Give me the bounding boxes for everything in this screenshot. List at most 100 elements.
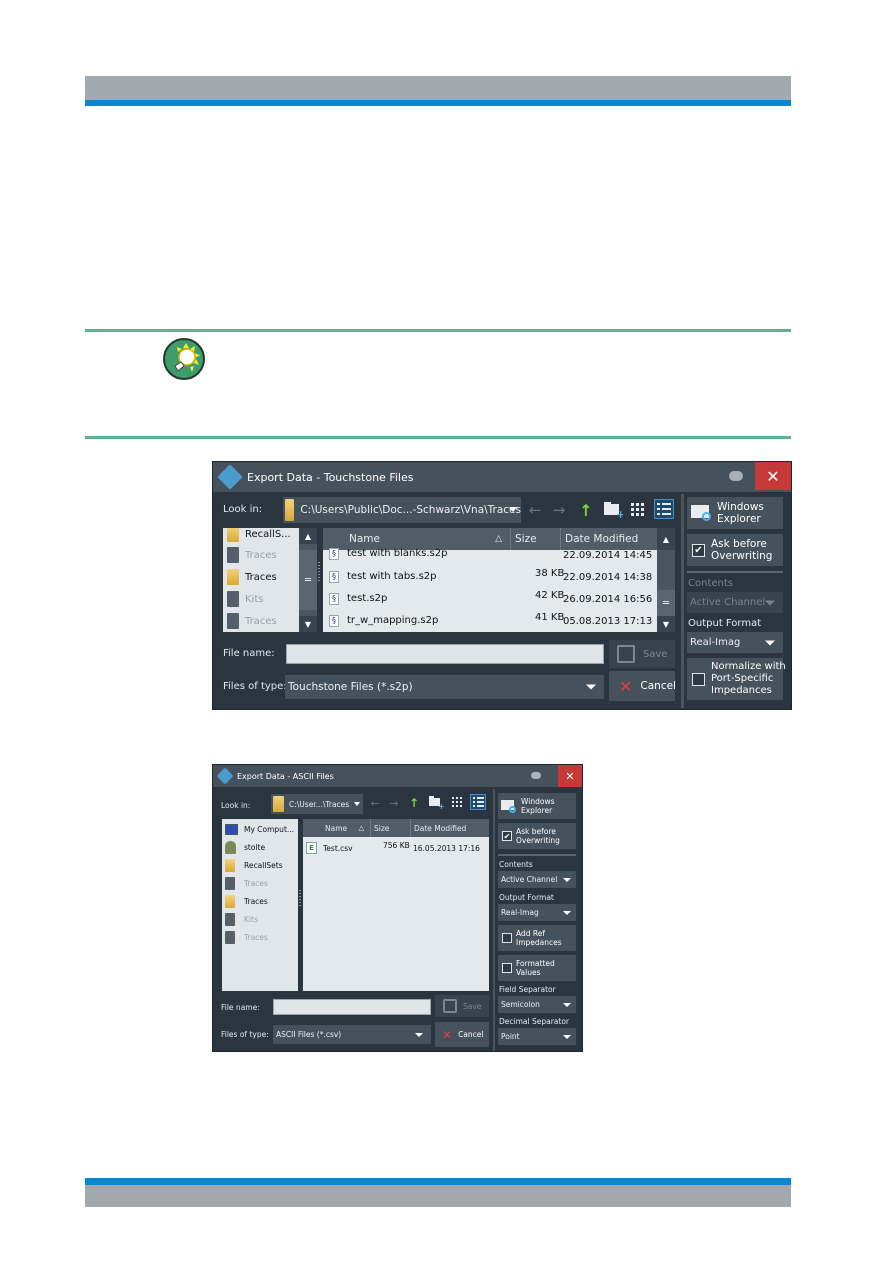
file-row[interactable]: § test with tabs.s2p 38 KB 22.09.2014 14… [323, 568, 657, 588]
file-row[interactable]: § tr_w_mapping.s2p 41 KB 05.08.2013 17:1… [323, 612, 657, 632]
checkbox-unchecked-icon [692, 672, 705, 686]
toggle-icon[interactable] [531, 772, 541, 779]
contents-select[interactable]: Active Channel [498, 871, 576, 888]
windows-explorer-button[interactable]: Windows Explorer [498, 793, 576, 819]
detail-view-icon[interactable] [470, 794, 486, 810]
output-format-select[interactable]: Real-Imag [498, 904, 576, 921]
formatted-values-checkbox[interactable]: Formatted Values [498, 955, 576, 981]
file-row[interactable]: E Test.csv 756 KB 16.05.2013 17:16 [303, 839, 489, 857]
scroll-up-icon[interactable]: ▲ [657, 528, 675, 550]
place-item[interactable]: Traces [225, 875, 268, 891]
scroll-up-icon[interactable]: ▲ [299, 528, 317, 544]
output-format-label: Output Format [688, 618, 762, 629]
back-arrow-icon[interactable]: ← [527, 501, 543, 519]
folder-icon [273, 796, 284, 812]
scroll-down-icon[interactable]: ▼ [657, 616, 675, 632]
place-item[interactable]: Traces [227, 611, 277, 631]
chevron-down-icon [563, 1002, 571, 1007]
ask-before-overwriting-checkbox[interactable]: ✔ Ask before Overwriting [687, 534, 783, 566]
add-ref-impedances-checkbox[interactable]: Add Ref Impedances [498, 925, 576, 951]
file-name-input[interactable] [273, 999, 431, 1015]
scroll-thumb[interactable]: ═ [657, 590, 675, 616]
s2p-file-icon: § [329, 615, 339, 627]
column-name[interactable]: Name △ [303, 819, 371, 837]
page-header-accent [85, 100, 791, 106]
up-folder-icon[interactable]: ↑ [579, 501, 593, 520]
splitter-handle[interactable] [318, 562, 320, 582]
forward-arrow-icon[interactable]: → [388, 797, 400, 810]
close-button[interactable]: ✕ [755, 462, 791, 490]
panel-divider [493, 789, 495, 1051]
place-item[interactable]: Traces [227, 567, 277, 587]
chevron-down-icon [563, 1034, 571, 1039]
contents-select[interactable]: Active Channel [687, 592, 783, 613]
place-item[interactable]: Traces [225, 929, 268, 945]
files-of-type-label: Files of type: [223, 681, 287, 692]
places-scrollbar[interactable]: ▲ ═ ▼ [299, 528, 317, 632]
back-arrow-icon[interactable]: ← [369, 797, 381, 810]
windows-explorer-button[interactable]: Windows Explorer [687, 497, 783, 529]
export-touchstone-dialog: Export Data - Touchstone Files ✕ Look in… [212, 461, 792, 710]
list-view-icon[interactable] [452, 797, 463, 808]
decimal-separator-label: Decimal Separator [499, 1017, 569, 1026]
ask-before-overwriting-checkbox[interactable]: ✔ Ask before Overwriting [498, 823, 576, 849]
checkbox-unchecked-icon [502, 963, 512, 973]
files-of-type-select[interactable]: Touchstone Files (*.s2p) [285, 675, 604, 699]
panel-divider [681, 494, 684, 708]
place-item[interactable]: Traces [225, 893, 268, 909]
forward-arrow-icon[interactable]: → [551, 501, 567, 519]
place-item[interactable]: RecallSets [225, 857, 283, 873]
chevron-down-icon [509, 507, 517, 512]
look-in-combo[interactable]: C:\Users\Public\Doc...-Schwarz\Vna\Trace… [283, 497, 521, 523]
files-of-type-label: Files of type: [221, 1030, 269, 1039]
splitter-handle[interactable] [299, 890, 301, 908]
field-separator-select[interactable]: Semicolon [498, 996, 576, 1013]
file-list-scrollbar[interactable]: ▲ ═ ▼ [657, 528, 675, 632]
title-bar: Export Data - ASCII Files [213, 765, 582, 787]
place-item[interactable]: Traces [227, 545, 277, 565]
look-in-combo[interactable]: C:\User...\Traces [271, 794, 363, 814]
file-name-input[interactable] [286, 644, 604, 664]
column-date[interactable]: Date Modified [411, 819, 489, 837]
cancel-button[interactable]: ✕ Cancel [435, 1022, 489, 1047]
scroll-down-icon[interactable]: ▼ [299, 616, 317, 632]
sort-asc-icon: △ [358, 824, 364, 832]
place-item[interactable]: My Comput... [225, 821, 294, 837]
up-folder-icon[interactable]: ↑ [409, 796, 419, 810]
column-size[interactable]: Size [371, 819, 411, 837]
place-item[interactable]: stolte [225, 839, 265, 855]
chevron-down-icon [765, 600, 775, 605]
file-list: Name △ Size Date Modified E Test.csv 756 … [303, 819, 489, 991]
place-item[interactable]: Kits [227, 589, 263, 609]
scroll-thumb[interactable]: ═ [299, 550, 317, 610]
normalize-impedances-checkbox[interactable]: Normalize with Port-Specific Impedances [687, 658, 786, 700]
save-button[interactable]: Save [609, 640, 675, 668]
files-of-type-select[interactable]: ASCII Files (*.csv) [273, 1025, 431, 1044]
place-item[interactable]: RecallS... [227, 528, 291, 544]
detail-view-icon[interactable] [654, 499, 674, 519]
close-button[interactable]: ✕ [558, 765, 582, 787]
new-folder-icon[interactable]: + [603, 500, 623, 518]
place-item[interactable]: Kits [225, 911, 258, 927]
folder-icon [285, 499, 295, 521]
toggle-icon[interactable] [729, 471, 743, 481]
list-view-icon[interactable] [631, 502, 645, 516]
s2p-file-icon: § [329, 593, 339, 605]
new-folder-icon[interactable]: + [428, 795, 444, 809]
folder-search-icon [691, 503, 713, 523]
file-name-label: File name: [223, 648, 275, 659]
file-row[interactable]: § test.s2p 42 KB 26.09.2014 16:56 [323, 590, 657, 610]
checkbox-checked-icon: ✔ [502, 831, 512, 841]
cancel-x-icon: ✕ [619, 676, 633, 696]
decimal-separator-select[interactable]: Point [498, 1028, 576, 1045]
section-divider [498, 854, 576, 856]
save-button[interactable]: Save [435, 995, 489, 1017]
dialog-title: Export Data - ASCII Files [237, 771, 334, 781]
file-row[interactable]: § test with blanks.s2p 22.09.2014 14:45 [323, 546, 657, 562]
export-ascii-dialog: Export Data - ASCII Files ✕ Look in: C:\… [212, 764, 583, 1052]
page-header-bar [85, 76, 791, 100]
chevron-down-icon [586, 684, 596, 690]
title-bar: Export Data - Touchstone Files [213, 462, 791, 492]
cancel-button[interactable]: ✕ Cancel [609, 671, 676, 701]
output-format-select[interactable]: Real-Imag [687, 632, 783, 653]
